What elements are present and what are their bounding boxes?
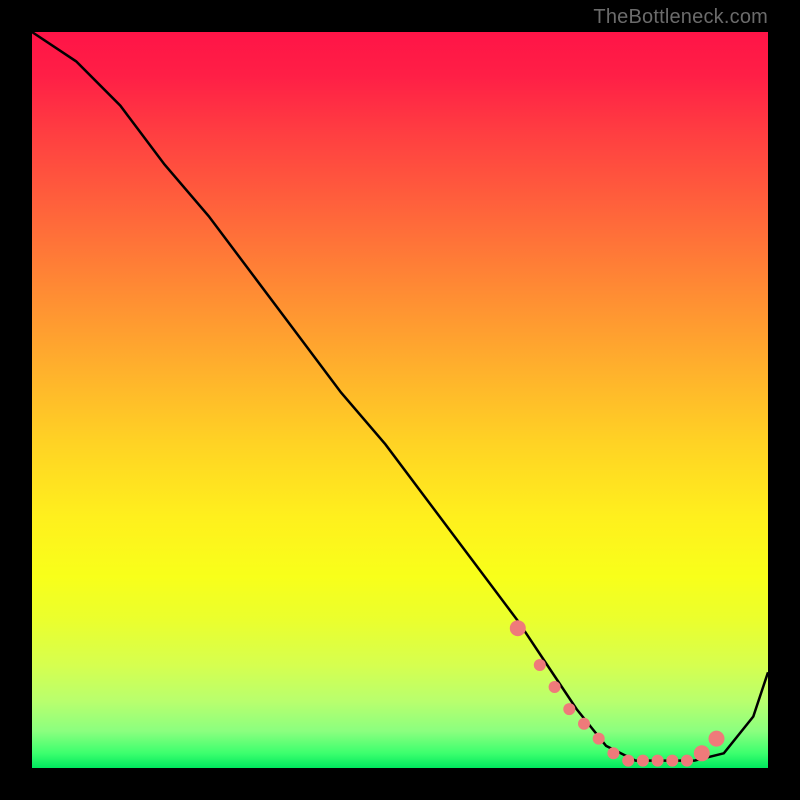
marker-dot <box>694 745 710 761</box>
marker-dot <box>510 620 526 636</box>
marker-dot <box>563 703 575 715</box>
marker-dot <box>652 755 664 767</box>
marker-dot <box>666 755 678 767</box>
marker-dot <box>607 747 619 759</box>
marker-dot <box>622 755 634 767</box>
marker-dot <box>534 659 546 671</box>
watermark-text: TheBottleneck.com <box>593 6 768 29</box>
bottleneck-curve-line <box>32 32 768 761</box>
optimal-region-markers <box>510 620 725 766</box>
chart-plot-area <box>32 32 768 768</box>
chart-svg <box>32 32 768 768</box>
marker-dot <box>709 731 725 747</box>
marker-dot <box>681 755 693 767</box>
marker-dot <box>593 733 605 745</box>
marker-dot <box>549 681 561 693</box>
chart-stage: TheBottleneck.com <box>0 0 800 800</box>
marker-dot <box>578 718 590 730</box>
marker-dot <box>637 755 649 767</box>
